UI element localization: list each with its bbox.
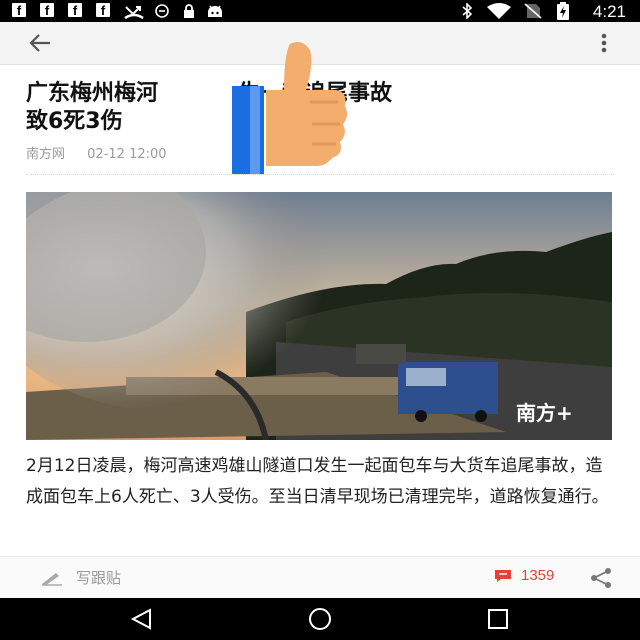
reply-placeholder: 写跟贴 xyxy=(76,569,122,587)
system-nav-bar xyxy=(0,598,640,640)
article-title-line2: 致6死3伤 xyxy=(26,109,123,134)
comment-count-button[interactable]: 1359 xyxy=(494,567,554,584)
no-sim-icon xyxy=(524,3,542,19)
share-icon[interactable] xyxy=(590,567,612,589)
more-vertical-icon[interactable] xyxy=(600,32,608,54)
status-time: 4:21 xyxy=(592,2,626,21)
bluetooth-icon xyxy=(460,3,474,19)
facebook-icon: f xyxy=(12,3,26,18)
thumbs-up-icon[interactable] xyxy=(232,40,350,174)
comment-icon xyxy=(495,569,511,582)
comment-count: 1359 xyxy=(521,567,555,584)
image-watermark: 南方+ xyxy=(516,401,573,425)
back-triangle-icon[interactable] xyxy=(128,607,156,631)
facebook-icon: f xyxy=(68,3,82,18)
divider xyxy=(26,174,614,175)
facebook-icon: f xyxy=(40,3,54,18)
article-source[interactable]: 南方网 xyxy=(26,147,65,162)
recents-square-icon[interactable] xyxy=(484,607,512,631)
home-circle-icon[interactable] xyxy=(306,607,334,631)
status-bar: f f f f 4:21 xyxy=(0,0,640,22)
comment-bar: 写跟贴 1359 xyxy=(0,556,640,599)
sync-icon xyxy=(154,3,170,19)
article-meta: 南方网 02-12 12:00 xyxy=(26,143,185,162)
article-body: 2月12日凌晨，梅河高速鸡雄山隧道口发生一起面包车与大货车追尾事故，造成面包车上… xyxy=(26,456,609,507)
reply-input[interactable]: 写跟贴 xyxy=(40,567,121,588)
facebook-icon: f xyxy=(96,3,110,18)
arrow-left-icon[interactable] xyxy=(26,29,54,57)
wifi-icon xyxy=(486,3,512,19)
article-datetime: 02-12 12:00 xyxy=(87,147,167,162)
battery-charging-icon xyxy=(556,2,570,20)
pencil-icon xyxy=(42,572,62,586)
article-title-line1-head: 广东梅州梅河 xyxy=(26,81,159,106)
missed-call-icon xyxy=(124,3,144,19)
article-image[interactable]: 南方+ xyxy=(26,192,612,440)
lock-icon xyxy=(182,3,196,19)
android-icon xyxy=(206,3,224,19)
